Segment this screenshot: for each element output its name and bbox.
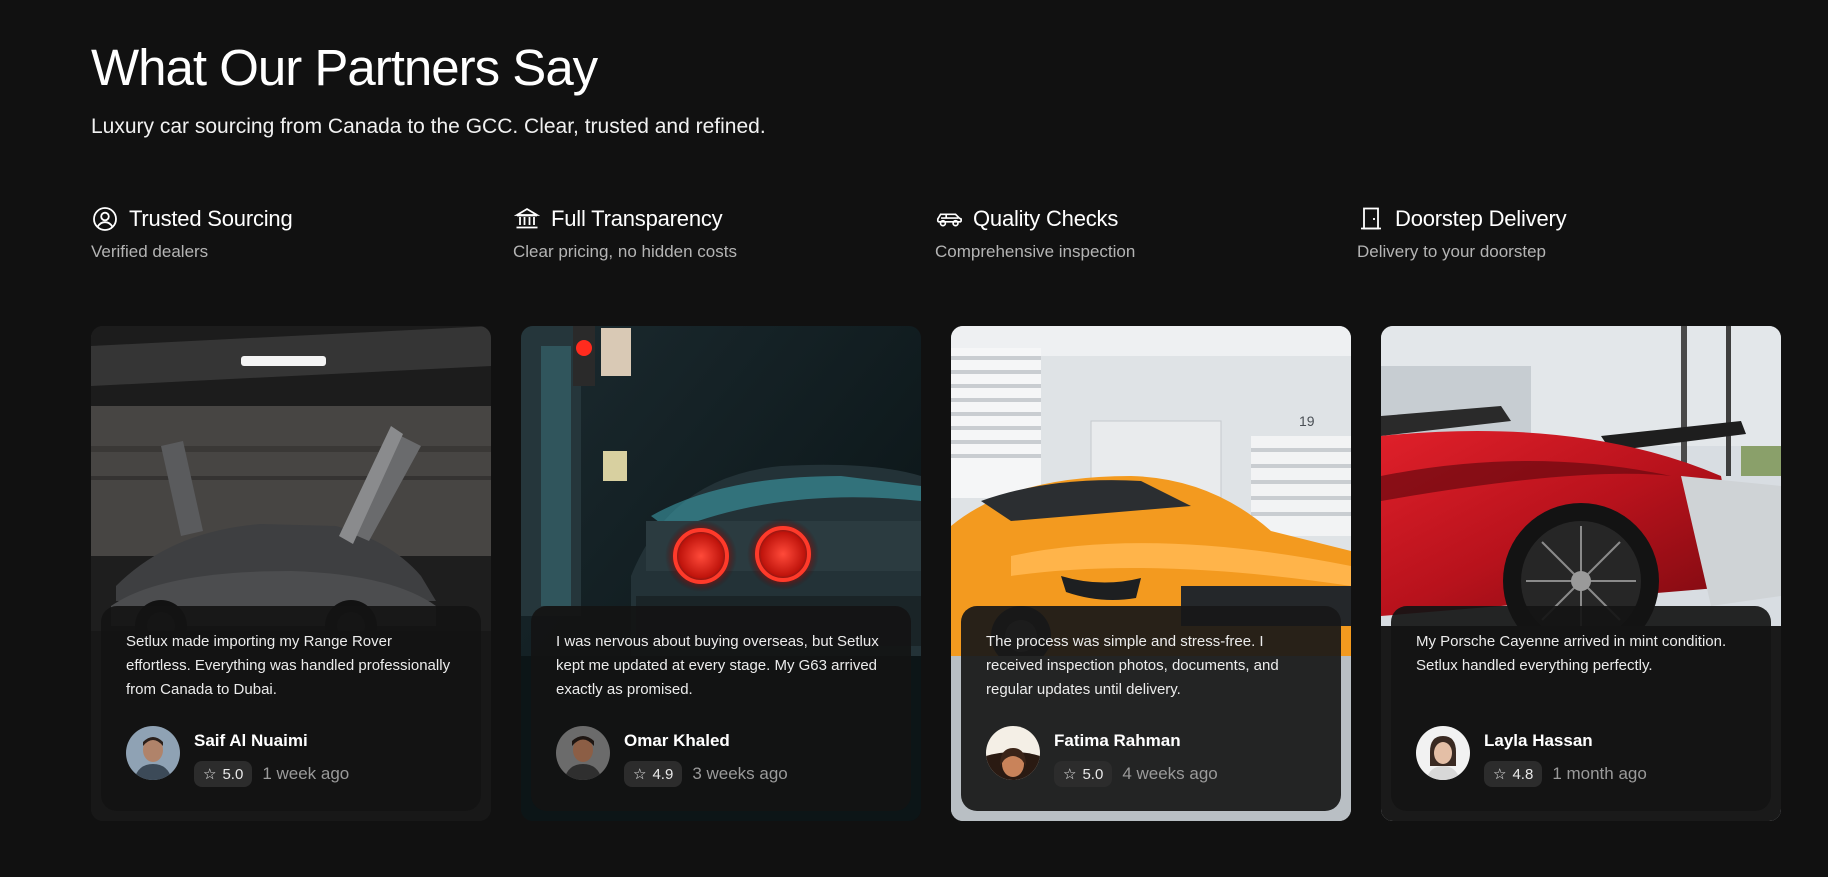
testimonial-content: The process was simple and stress-free. … — [961, 606, 1341, 811]
feature-description: Verified dealers — [91, 242, 209, 261]
testimonial-content: My Porsche Cayenne arrived in mint condi… — [1391, 606, 1771, 811]
rating-badge: ☆ 4.8 — [1484, 761, 1543, 787]
rating-value: 4.8 — [1512, 765, 1534, 783]
author-name: Omar Khaled — [624, 731, 730, 750]
star-icon: ☆ — [203, 766, 217, 783]
testimonial-card: I was nervous about buying overseas, but… — [521, 326, 921, 821]
feature-quality-checks: Quality Checks Comprehensive inspection — [935, 204, 1315, 262]
star-icon: ☆ — [633, 766, 647, 783]
testimonial-quote: My Porsche Cayenne arrived in mint condi… — [1416, 633, 1727, 674]
testimonial-card: My Porsche Cayenne arrived in mint condi… — [1381, 326, 1781, 821]
car-icon — [935, 205, 963, 233]
feature-list: Trusted Sourcing Verified dealers Full T… — [91, 204, 1781, 274]
testimonial-quote: The process was simple and stress-free. … — [986, 633, 1279, 698]
section-title: What Our Partners Say — [91, 39, 598, 96]
feature-description: Comprehensive inspection — [935, 242, 1136, 261]
avatar — [1416, 726, 1470, 780]
rating-value: 5.0 — [222, 765, 244, 783]
author-name: Fatima Rahman — [1054, 731, 1181, 750]
testimonial-content: Setlux made importing my Range Rover eff… — [101, 606, 481, 811]
user-circle-icon — [91, 205, 119, 233]
testimonial-card: 19 The process was simple and stress-fre… — [951, 326, 1351, 821]
feature-title: Doorstep Delivery — [1395, 206, 1567, 231]
author-name: Layla Hassan — [1484, 731, 1593, 750]
feature-title: Quality Checks — [973, 206, 1119, 231]
feature-full-transparency: Full Transparency Clear pricing, no hidd… — [513, 204, 893, 262]
testimonial-author: Saif Al Nuaimi ☆ 5.0 1 week ago — [126, 726, 349, 787]
feature-description: Delivery to your doorstep — [1357, 242, 1546, 261]
feature-title: Trusted Sourcing — [129, 206, 293, 231]
testimonial-cards: Setlux made importing my Range Rover eff… — [91, 326, 1781, 821]
review-time: 4 weeks ago — [1122, 764, 1218, 783]
bank-icon — [513, 205, 541, 233]
testimonial-quote: Setlux made importing my Range Rover eff… — [126, 633, 451, 698]
testimonial-author: Omar Khaled ☆ 4.9 3 weeks ago — [556, 726, 788, 787]
avatar — [126, 726, 180, 780]
testimonial-card: Setlux made importing my Range Rover eff… — [91, 326, 491, 821]
feature-description: Clear pricing, no hidden costs — [513, 242, 737, 261]
testimonial-author: Fatima Rahman ☆ 5.0 4 weeks ago — [986, 726, 1218, 787]
testimonial-author: Layla Hassan ☆ 4.8 1 month ago — [1416, 726, 1647, 787]
feature-title: Full Transparency — [551, 206, 723, 231]
feature-trusted-sourcing: Trusted Sourcing Verified dealers — [91, 204, 471, 262]
star-icon: ☆ — [1493, 766, 1507, 783]
review-time: 1 month ago — [1552, 764, 1647, 783]
star-icon: ☆ — [1063, 766, 1077, 783]
rating-value: 5.0 — [1082, 765, 1104, 783]
review-time: 3 weeks ago — [692, 764, 788, 783]
rating-badge: ☆ 5.0 — [194, 761, 253, 787]
author-name: Saif Al Nuaimi — [194, 731, 308, 750]
section-subtitle: Luxury car sourcing from Canada to the G… — [91, 115, 766, 138]
testimonial-quote: I was nervous about buying overseas, but… — [556, 633, 879, 698]
testimonial-content: I was nervous about buying overseas, but… — [531, 606, 911, 811]
rating-badge: ☆ 5.0 — [1054, 761, 1113, 787]
avatar — [556, 726, 610, 780]
avatar — [986, 726, 1040, 780]
door-icon — [1357, 205, 1385, 233]
rating-value: 4.9 — [652, 765, 674, 783]
feature-doorstep-delivery: Doorstep Delivery Delivery to your doors… — [1357, 204, 1737, 262]
review-time: 1 week ago — [262, 764, 350, 783]
garage-number: 19 — [1299, 413, 1315, 429]
rating-badge: ☆ 4.9 — [624, 761, 683, 787]
